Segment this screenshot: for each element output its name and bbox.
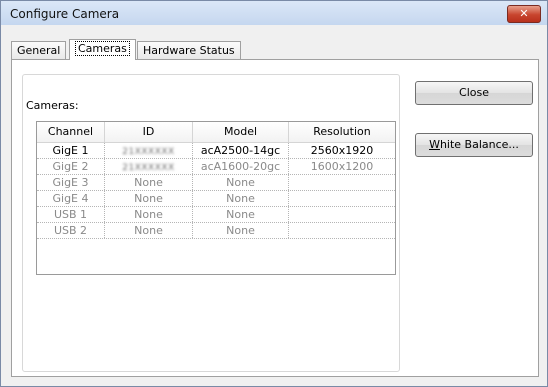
cell-channel: GigE 4: [37, 191, 105, 206]
cell-id: None: [105, 191, 193, 206]
cell-channel: USB 1: [37, 207, 105, 222]
table-row[interactable]: GigE 4 None None: [37, 191, 395, 207]
tab-cameras[interactable]: Cameras: [69, 39, 136, 60]
tab-general[interactable]: General: [11, 41, 67, 59]
cell-resolution: 2560x1920: [310, 144, 374, 157]
table-row[interactable]: GigE 3 None None: [37, 175, 395, 191]
cell-channel: GigE 2: [37, 159, 105, 174]
cameras-tab-panel: Cameras: Channel ID Model Resolution Gig…: [11, 59, 539, 377]
configure-camera-dialog: Configure Camera ✕ General Cameras Hardw…: [0, 0, 548, 387]
cameras-table[interactable]: Channel ID Model Resolution GigE 1 21XXX…: [36, 121, 396, 275]
cell-resolution: [289, 207, 395, 222]
cell-id-redacted: 21XXXXXX: [122, 147, 175, 157]
cell-id: None: [105, 175, 193, 190]
window-title: Configure Camera: [10, 7, 120, 21]
close-window-button[interactable]: ✕: [507, 5, 541, 23]
cell-model: None: [193, 191, 289, 206]
cell-id: 21XXXXXX: [105, 159, 193, 174]
cell-model: acA1600-20gc: [193, 159, 289, 174]
column-header-channel[interactable]: Channel: [37, 122, 105, 142]
table-row[interactable]: GigE 2 21XXXXXX acA1600-20gc 1600x1200: [37, 159, 395, 175]
cell-channel: USB 2: [37, 223, 105, 238]
table-row[interactable]: GigE 1 21XXXXXX acA2500-14gc 2560x1920: [37, 143, 395, 159]
tab-hardware-status[interactable]: Hardware Status: [137, 41, 241, 59]
title-bar[interactable]: Configure Camera ✕: [1, 1, 547, 25]
column-header-model[interactable]: Model: [193, 122, 289, 142]
cell-resolution: [289, 175, 395, 190]
column-header-id[interactable]: ID: [105, 122, 193, 142]
white-balance-accelerator: W: [429, 138, 440, 151]
cell-model: None: [193, 207, 289, 222]
cell-resolution: 1600x1200: [310, 160, 374, 173]
cell-model: None: [193, 175, 289, 190]
cell-id: None: [105, 223, 193, 238]
close-button[interactable]: Close: [415, 81, 533, 105]
column-header-resolution[interactable]: Resolution: [289, 122, 395, 142]
white-balance-label: hite Balance...: [439, 138, 519, 151]
tab-hardware-status-label: Hardware Status: [143, 44, 235, 57]
tab-general-label: General: [17, 44, 61, 57]
cell-id-redacted: 21XXXXXX: [122, 163, 175, 173]
cell-resolution: [289, 223, 395, 238]
cell-channel: GigE 3: [37, 175, 105, 190]
cell-channel: GigE 1: [37, 143, 105, 158]
close-icon: ✕: [519, 7, 529, 20]
tab-cameras-label: Cameras: [75, 41, 130, 56]
cell-resolution: [289, 191, 395, 206]
cell-model: acA2500-14gc: [193, 143, 289, 158]
cell-model: None: [193, 223, 289, 238]
cell-id: None: [105, 207, 193, 222]
white-balance-button[interactable]: White Balance...: [415, 133, 533, 157]
table-header: Channel ID Model Resolution: [37, 122, 395, 143]
table-row[interactable]: USB 1 None None: [37, 207, 395, 223]
table-row[interactable]: USB 2 None None: [37, 223, 395, 239]
cell-id: 21XXXXXX: [105, 143, 193, 158]
cameras-label: Cameras:: [26, 99, 79, 112]
